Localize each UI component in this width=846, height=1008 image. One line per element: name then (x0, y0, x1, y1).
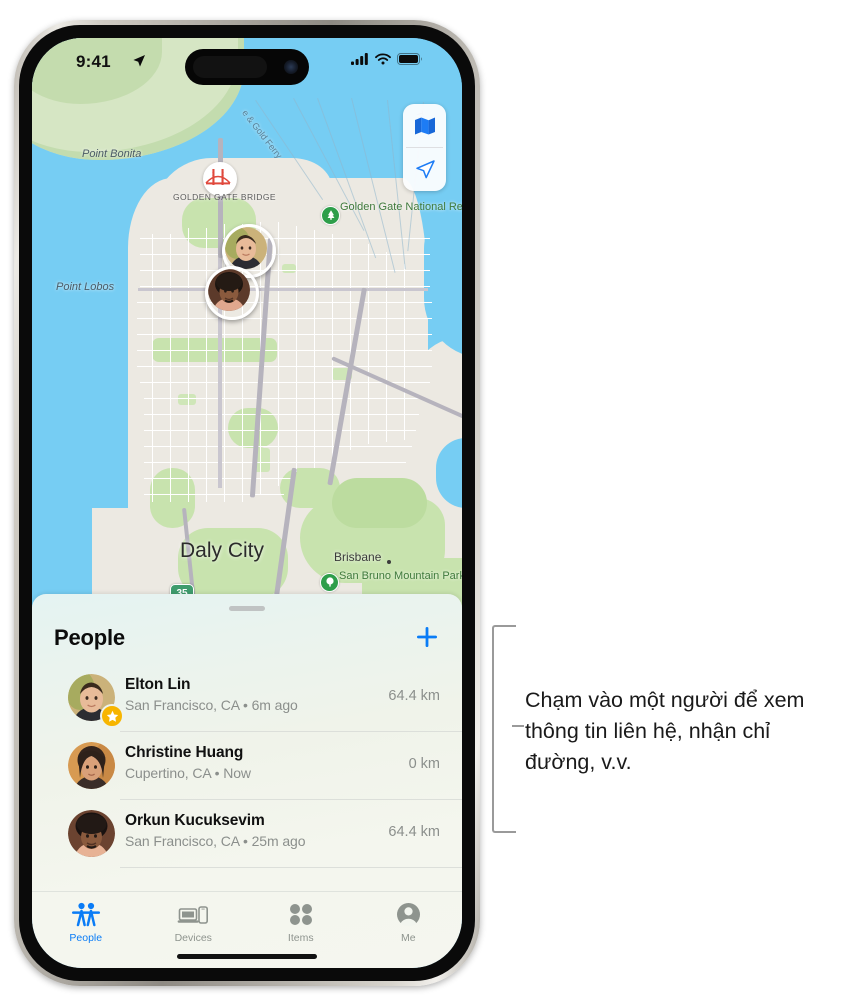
street-v (206, 228, 208, 502)
street-v (278, 222, 280, 486)
dynamic-island[interactable] (185, 49, 309, 85)
street-h (137, 334, 432, 336)
street-v (296, 226, 298, 472)
table-row[interactable]: Elton Lin San Francisco, CA • 6m ago 64.… (32, 664, 462, 732)
table-row[interactable]: Orkun Kucuksevim San Francisco, CA • 25m… (32, 800, 462, 868)
street-h (144, 462, 406, 464)
street-v (314, 230, 316, 468)
street-h (137, 350, 432, 352)
table-row[interactable]: Christine Huang Cupertino, CA • Now 0 km (32, 732, 462, 800)
tab-label: Devices (174, 932, 212, 944)
tab-me[interactable]: Me (355, 901, 463, 944)
golden-gate-bridge-icon (203, 162, 237, 196)
page-title: People (54, 625, 125, 650)
park-polygon-small-3 (178, 394, 196, 405)
star-icon (106, 710, 118, 722)
street-v (152, 234, 154, 502)
cellular-bars-icon (351, 53, 368, 65)
map-label-golden-gate-bridge: GOLDEN GATE BRIDGE (173, 192, 276, 202)
park-pin-ggnra (321, 206, 340, 225)
add-person-button[interactable] (412, 622, 442, 652)
tab-label: Items (287, 932, 314, 944)
person-name: Orkun Kucuksevim (125, 812, 265, 829)
sheet-header: People (32, 616, 462, 662)
favorite-star-badge (100, 704, 124, 728)
wifi-icon (375, 53, 391, 65)
street-v (188, 228, 190, 502)
front-camera-icon (284, 60, 298, 74)
person-distance: 64.4 km (388, 824, 440, 840)
street-h (137, 302, 432, 304)
recenter-button[interactable] (403, 148, 446, 191)
phone-screen: Point Bonita Point Lobos GOLDEN GATE BRI… (32, 38, 462, 968)
person-distance: 0 km (408, 756, 440, 772)
phone-bezel: Point Bonita Point Lobos GOLDEN GATE BRI… (19, 25, 475, 981)
park-polygon-san-bruno-ridge (332, 478, 427, 528)
street-h (144, 430, 416, 432)
four-dots-icon (247, 901, 355, 927)
person-distance: 64.4 km (388, 688, 440, 704)
person-subtitle: San Francisco, CA • 6m ago (125, 697, 298, 713)
person-circle-icon (355, 901, 463, 927)
map-dot-brisbane (387, 560, 391, 564)
road-major-cross (138, 288, 428, 291)
tab-people[interactable]: People (32, 901, 140, 944)
home-indicator[interactable] (177, 954, 317, 959)
avatar (68, 810, 115, 857)
folded-map-icon (414, 117, 435, 134)
street-v (332, 234, 334, 460)
person-subtitle: San Francisco, CA • 25m ago (125, 833, 306, 849)
annotation-text: Chạm vào một người để xem thông tin liên… (525, 688, 805, 774)
battery-icon (397, 53, 422, 65)
annotation-bracket-tick (512, 725, 524, 727)
street-v (170, 234, 172, 502)
street-h (144, 398, 424, 400)
street-h (144, 414, 419, 416)
street-v (386, 252, 388, 442)
iphone-device-frame: Point Bonita Point Lobos GOLDEN GATE BRI… (14, 20, 480, 986)
annotation-bracket (492, 625, 516, 833)
map-label-ggnra: Golden Gate National Recreation Area (340, 201, 462, 213)
avatar (68, 742, 115, 789)
map-controls-group (403, 104, 446, 191)
bay-water-east (424, 208, 462, 358)
person-subtitle: Cupertino, CA • Now (125, 765, 251, 781)
map-canvas[interactable]: Point Bonita Point Lobos GOLDEN GATE BRI… (32, 38, 462, 628)
status-bar-time: 9:41 (76, 52, 111, 71)
street-h (137, 366, 432, 368)
laptop-phone-icon (140, 901, 248, 927)
sheet-grabber-handle[interactable] (229, 606, 265, 611)
person-name: Elton Lin (125, 676, 191, 693)
park-polygon-small-2 (282, 264, 296, 273)
street-h (144, 494, 284, 496)
street-v (368, 244, 370, 444)
location-arrow-icon (415, 159, 435, 178)
person-name: Christine Huang (125, 744, 244, 761)
plus-icon (417, 627, 437, 647)
tab-bar: People Devices Items Me (32, 891, 462, 968)
people-bottom-sheet: People Elton Lin San Francisco, CA • 6m … (32, 594, 462, 968)
location-arrow-icon (132, 54, 146, 73)
map-label-point-bonita: Point Bonita (82, 148, 142, 160)
park-pin-san-bruno (320, 573, 339, 592)
people-list: Elton Lin San Francisco, CA • 6m ago 64.… (32, 664, 462, 868)
map-label-san-bruno-mountain-park: San Bruno Mountain Park (339, 570, 462, 582)
dynamic-island-pill (193, 56, 267, 78)
map-label-brisbane: Brisbane (334, 550, 382, 564)
tab-label: Me (400, 932, 416, 944)
map-label-point-lobos: Point Lobos (56, 281, 115, 293)
tab-items[interactable]: Items (247, 901, 355, 944)
row-separator (120, 867, 462, 868)
street-h (137, 318, 432, 320)
map-type-button[interactable] (403, 104, 446, 147)
status-bar-indicators (351, 53, 422, 65)
tab-devices[interactable]: Devices (140, 901, 248, 944)
map-label-daly-city: Daly City (180, 539, 265, 562)
two-people-icon (32, 901, 140, 927)
tab-label: People (69, 932, 103, 944)
map-pin-orkun-kucuksevim[interactable] (205, 266, 259, 320)
